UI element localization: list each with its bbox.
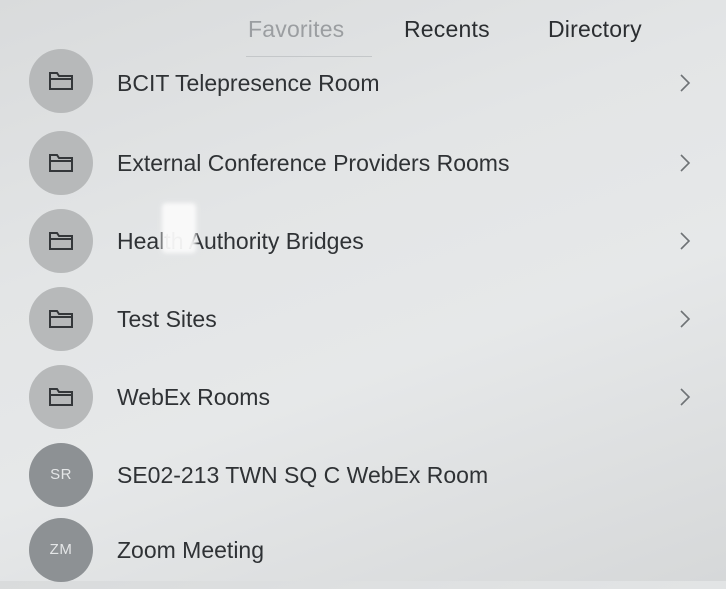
favorites-list: BCIT Telepresence Room External Conferen…	[0, 0, 726, 582]
avatar-initials: SR	[50, 466, 72, 483]
list-item-label: SE02-213 TWN SQ C WebEx Room	[117, 462, 489, 488]
avatar-initials: ZM	[49, 541, 73, 558]
chevron-right-icon	[680, 232, 691, 250]
folder-icon	[49, 154, 73, 172]
list-item-label: Health Authority Bridges	[117, 228, 364, 254]
folder-icon	[49, 72, 73, 90]
list-item-zoom-meeting[interactable]: ZM Zoom Meeting	[0, 511, 726, 589]
folder-avatar	[29, 365, 93, 429]
chevron-right-icon	[680, 310, 691, 328]
folder-icon	[49, 388, 73, 406]
folder-avatar	[29, 131, 93, 195]
list-item-external-conference-providers-rooms[interactable]: External Conference Providers Rooms	[0, 124, 726, 202]
contact-avatar: SR	[29, 443, 93, 507]
list-item-webex-rooms[interactable]: WebEx Rooms	[0, 358, 726, 436]
list-item-label: BCIT Telepresence Room	[117, 70, 380, 96]
folder-icon	[49, 310, 73, 328]
folder-avatar	[29, 49, 93, 113]
contact-avatar: ZM	[29, 518, 93, 582]
chevron-right-icon	[680, 74, 691, 92]
list-item-label: Zoom Meeting	[117, 537, 265, 563]
folder-icon	[49, 232, 73, 250]
chevron-right-icon	[680, 388, 691, 406]
list-item-label: Test Sites	[117, 306, 217, 332]
list-item-bcit-telepresence-room[interactable]: BCIT Telepresence Room	[0, 47, 726, 125]
list-item-label: External Conference Providers Rooms	[117, 150, 510, 176]
screen-glare	[162, 203, 196, 253]
list-item-label: WebEx Rooms	[117, 384, 270, 410]
folder-avatar	[29, 287, 93, 351]
chevron-right-icon	[680, 154, 691, 172]
folder-avatar	[29, 209, 93, 273]
list-item-se02-213-webex-room[interactable]: SR SE02-213 TWN SQ C WebEx Room	[0, 436, 726, 514]
list-item-health-authority-bridges[interactable]: Health Authority Bridges	[0, 202, 726, 280]
list-item-test-sites[interactable]: Test Sites	[0, 280, 726, 358]
